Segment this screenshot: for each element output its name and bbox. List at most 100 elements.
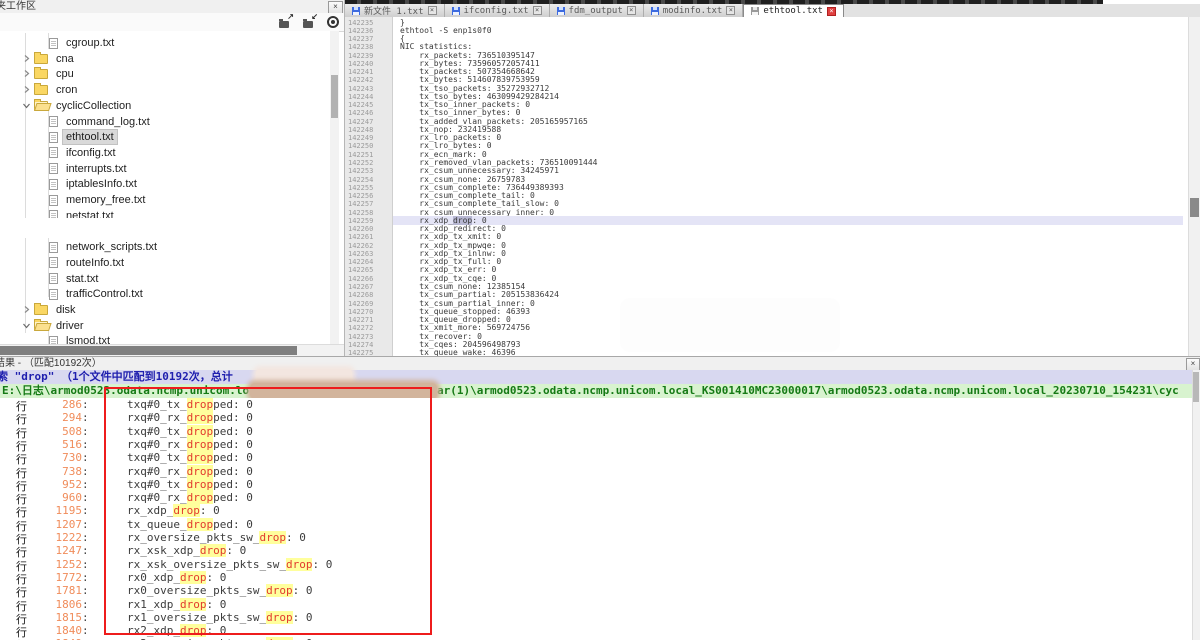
expand-all-icon[interactable]: ↗ bbox=[279, 16, 293, 28]
line-number: 142252 bbox=[348, 159, 373, 167]
result-line-number: 508 bbox=[36, 425, 82, 438]
line-number: 142243 bbox=[348, 85, 373, 93]
colon: : bbox=[82, 624, 89, 637]
tab-label: modinfo.txt bbox=[663, 6, 723, 16]
tab-close-icon[interactable]: × bbox=[726, 6, 735, 15]
result-line-number: 1815 bbox=[36, 611, 82, 624]
tab-label: ethtool.txt bbox=[763, 6, 823, 16]
colon: : bbox=[82, 478, 89, 491]
tree-item-label: cron bbox=[53, 83, 80, 97]
tab-ifconfig-txt[interactable]: ifconfig.txt× bbox=[445, 4, 550, 17]
colon: : bbox=[82, 504, 89, 517]
workspace-horizontal-scrollbar-thumb[interactable] bbox=[0, 346, 297, 355]
folder-icon bbox=[34, 305, 48, 315]
colon: : bbox=[82, 558, 89, 571]
result-line-number: 1247 bbox=[36, 544, 82, 557]
line-number: 142258 bbox=[348, 209, 373, 217]
colon: : bbox=[82, 531, 89, 544]
current-line-highlight bbox=[393, 216, 1183, 225]
tree-item-label: cyclicCollection bbox=[53, 99, 134, 113]
line-number: 142250 bbox=[348, 142, 373, 150]
tree-item-label: interrupts.txt bbox=[63, 162, 130, 176]
code-line: ethtool -S enp1s0f0 bbox=[400, 27, 492, 35]
arrow-glyph: ↗ bbox=[287, 13, 294, 21]
tree-file-network-scripts-txt[interactable]: network_scripts.txt bbox=[49, 239, 160, 255]
tree-file-ifconfig-txt[interactable]: ifconfig.txt bbox=[49, 145, 119, 161]
line-number: 142254 bbox=[348, 176, 373, 184]
tab--1-txt[interactable]: 新文件 1.txt× bbox=[345, 4, 445, 17]
folder-icon bbox=[34, 69, 48, 79]
line-number: 142238 bbox=[348, 43, 373, 51]
redaction-overlay bbox=[256, 369, 352, 384]
tree-file-lsmod-txt[interactable]: lsmod.txt bbox=[49, 333, 113, 344]
results-vertical-scrollbar[interactable] bbox=[1192, 370, 1200, 640]
tab-close-icon[interactable]: × bbox=[627, 6, 636, 15]
tree-folder-cycliccollection[interactable]: cyclicCollection bbox=[22, 98, 134, 114]
workspace-vertical-scrollbar-thumb[interactable] bbox=[331, 75, 338, 118]
folder-glyph bbox=[279, 21, 289, 28]
results-vertical-scrollbar-thumb[interactable] bbox=[1193, 372, 1199, 402]
line-number: 142248 bbox=[348, 126, 373, 134]
tree-file-command-log-txt[interactable]: command_log.txt bbox=[49, 114, 153, 130]
editor-vertical-scrollbar[interactable] bbox=[1188, 17, 1200, 356]
chevron-down-icon bbox=[22, 321, 32, 331]
tree-folder-disk[interactable]: disk bbox=[22, 302, 79, 318]
chevron-right-icon bbox=[22, 54, 32, 64]
result-line-number: 1252 bbox=[36, 558, 82, 571]
folder-open-icon bbox=[34, 321, 48, 331]
crosshair-glyph bbox=[327, 16, 339, 28]
colon: : bbox=[82, 571, 89, 584]
line-number: 142235 bbox=[348, 19, 373, 27]
colon: : bbox=[82, 544, 89, 557]
tree-folder-cpu[interactable]: cpu bbox=[22, 66, 77, 82]
line-number: 142271 bbox=[348, 316, 373, 324]
tree-item-label: cgroup.txt bbox=[63, 36, 117, 50]
chevron-right-icon bbox=[22, 85, 32, 95]
saved-floppy-icon bbox=[557, 7, 565, 15]
tree-file-trafficcontrol-txt[interactable]: trafficControl.txt bbox=[49, 286, 146, 302]
tree-file-cgroup-txt[interactable]: cgroup.txt bbox=[49, 35, 117, 51]
saved-floppy-icon bbox=[452, 7, 460, 15]
file-icon bbox=[49, 116, 58, 127]
line-number: 142256 bbox=[348, 192, 373, 200]
folder-icon bbox=[34, 85, 48, 95]
tab-modinfo-txt[interactable]: modinfo.txt× bbox=[644, 4, 744, 17]
folder-icon bbox=[34, 54, 48, 64]
search-summary-line[interactable]: 索 "drop" （1个文件中匹配到10192次，总计次） bbox=[0, 370, 1200, 384]
locate-current-file-icon[interactable] bbox=[327, 16, 339, 28]
collapse-all-icon[interactable]: ↙ bbox=[303, 16, 317, 28]
tree-folder-cna[interactable]: cna bbox=[22, 51, 77, 67]
tree-item-label: disk bbox=[53, 303, 79, 317]
file-icon bbox=[49, 273, 58, 284]
file-icon bbox=[49, 147, 58, 158]
tree-folder-cron[interactable]: cron bbox=[22, 82, 80, 98]
tree-item-label: routeInfo.txt bbox=[63, 256, 127, 270]
tab-close-icon[interactable]: × bbox=[428, 6, 437, 15]
saved-floppy-icon bbox=[751, 7, 759, 15]
tab-close-icon[interactable]: × bbox=[533, 6, 542, 15]
tree-item-label: network_scripts.txt bbox=[63, 240, 160, 254]
tree-folder-driver[interactable]: driver bbox=[22, 318, 87, 334]
tree-item-label: cna bbox=[53, 52, 77, 66]
tree-item-label: lsmod.txt bbox=[63, 334, 113, 344]
tree-item-label: cpu bbox=[53, 67, 77, 81]
tab-fdm-output[interactable]: fdm_output× bbox=[550, 4, 644, 17]
tree-file-interrupts-txt[interactable]: interrupts.txt bbox=[49, 161, 130, 177]
line-number: 142251 bbox=[348, 151, 373, 159]
result-line-number: 286 bbox=[36, 398, 82, 411]
file-icon bbox=[49, 257, 58, 268]
line-number: 142259 bbox=[348, 217, 373, 225]
tab-ethtool-txt[interactable]: ethtool.txt × bbox=[743, 4, 844, 17]
tab-close-icon[interactable]: × bbox=[827, 7, 836, 16]
tree-file-ethtool-txt[interactable]: ethtool.txt bbox=[49, 129, 117, 145]
line-number: 142266 bbox=[348, 275, 373, 283]
colon: : bbox=[82, 518, 89, 531]
tree-file-routeinfo-txt[interactable]: routeInfo.txt bbox=[49, 255, 127, 271]
colon: : bbox=[82, 451, 89, 464]
editor-vertical-scrollbar-thumb[interactable] bbox=[1190, 198, 1199, 217]
tree-file-memory-free-txt[interactable]: memory_free.txt bbox=[49, 192, 148, 208]
result-line-number: 738 bbox=[36, 465, 82, 478]
tree-file-stat-txt[interactable]: stat.txt bbox=[49, 271, 101, 287]
tree-file-iptablesinfo-txt[interactable]: iptablesInfo.txt bbox=[49, 176, 140, 192]
colon: : bbox=[82, 598, 89, 611]
